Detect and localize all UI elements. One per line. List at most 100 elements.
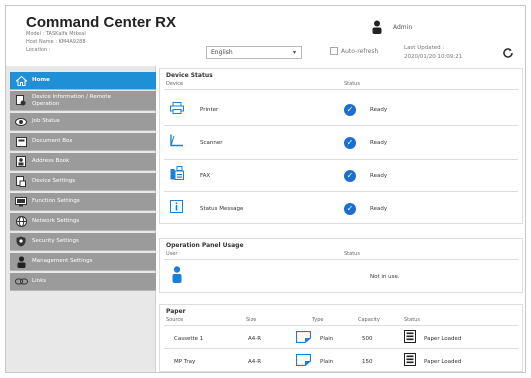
col-capacity: Capacity bbox=[358, 317, 380, 323]
paper-status: Paper Loaded bbox=[424, 359, 462, 365]
paper-loaded-icon bbox=[404, 353, 416, 366]
col-status: Status bbox=[344, 251, 360, 257]
sidebar-item-address-book[interactable]: Address Book bbox=[10, 153, 156, 171]
paper-capacity: 150 bbox=[362, 359, 373, 365]
device-status: Ready bbox=[370, 173, 388, 179]
sidebar-item-device-settings[interactable]: Device Settings bbox=[10, 173, 156, 191]
divider bbox=[164, 348, 518, 349]
sidebar-item-security-settings[interactable]: Security Settings bbox=[10, 233, 156, 251]
device-name: Status Message bbox=[200, 206, 244, 212]
language-value: English bbox=[211, 49, 233, 56]
sidebar-item-home[interactable]: Home bbox=[10, 72, 156, 90]
sidebar-item-label: Document Box bbox=[32, 138, 73, 144]
last-updated: Last Updated : 2020/01/20 10:09:21 bbox=[404, 44, 462, 62]
paper-type-icon bbox=[296, 331, 311, 343]
dropdown-arrow-icon: ▾ bbox=[292, 49, 296, 56]
col-type: Type bbox=[312, 317, 324, 323]
check-icon: ✓ bbox=[344, 137, 356, 149]
divider bbox=[164, 125, 518, 126]
paper-type: Plain bbox=[320, 359, 334, 365]
sidebar-item-links[interactable]: Links bbox=[10, 273, 156, 291]
scanner-icon bbox=[170, 134, 183, 147]
printer-icon bbox=[170, 102, 184, 114]
panel-title: Operation Panel Usage bbox=[166, 242, 244, 249]
function-settings-icon bbox=[10, 196, 32, 207]
sidebar-item-label: Device Information / Remote Operation bbox=[32, 93, 111, 107]
refresh-button[interactable] bbox=[502, 47, 514, 62]
panel-title: Device Status bbox=[166, 72, 213, 79]
operation-panel-usage: Operation Panel Usage User Status Not in… bbox=[159, 238, 523, 293]
link-icon bbox=[10, 278, 32, 285]
col-status: Status bbox=[344, 81, 360, 87]
last-updated-label: Last Updated : bbox=[404, 45, 445, 51]
app-window: Command Center RX Model : TASKalfa Mtkea… bbox=[5, 5, 526, 373]
device-status-panel: Device Status Device Status Printer ✓ Re… bbox=[159, 68, 523, 224]
check-icon: ✓ bbox=[344, 104, 356, 116]
host-name-label: Host Name : KM4A9288 bbox=[26, 39, 86, 45]
device-settings-icon bbox=[10, 176, 32, 187]
divider bbox=[164, 259, 518, 260]
check-icon: ✓ bbox=[344, 170, 356, 182]
app-title: Command Center RX bbox=[26, 14, 177, 31]
sidebar-item-label: Address Book bbox=[32, 158, 70, 164]
col-device: Device bbox=[166, 81, 184, 87]
sidebar-item-network-settings[interactable]: Network Settings bbox=[10, 213, 156, 231]
panel-usage-status: Not in use. bbox=[370, 274, 400, 280]
sidebar-item-label: Links bbox=[32, 278, 47, 284]
sidebar-item-label: Management Settings bbox=[32, 258, 93, 264]
sidebar-item-document-box[interactable]: Document Box bbox=[10, 133, 156, 151]
sidebar-item-function-settings[interactable]: Function Settings bbox=[10, 193, 156, 211]
panel-title: Paper bbox=[166, 308, 186, 315]
auto-refresh-toggle[interactable]: Auto-refresh bbox=[330, 47, 378, 55]
document-box-icon bbox=[10, 136, 32, 147]
paper-status: Paper Loaded bbox=[424, 336, 462, 342]
user-menu[interactable]: Admin bbox=[372, 20, 412, 34]
sidebar-item-management-settings[interactable]: Management Settings bbox=[10, 253, 156, 271]
fax-icon bbox=[170, 166, 184, 180]
col-size: Size bbox=[246, 317, 257, 323]
sidebar-item-job-status[interactable]: Job Status bbox=[10, 113, 156, 131]
language-select[interactable]: English ▾ bbox=[206, 46, 302, 59]
device-status: Ready bbox=[370, 107, 388, 113]
paper-type: Plain bbox=[320, 336, 334, 342]
globe-icon bbox=[10, 216, 32, 227]
paper-source: MP Tray bbox=[174, 359, 196, 365]
sidebar-item-label: Job Status bbox=[32, 118, 60, 124]
eye-icon bbox=[10, 117, 32, 126]
user-icon bbox=[172, 266, 182, 283]
sidebar-item-label: Function Settings bbox=[32, 198, 80, 204]
location-label: Location : bbox=[26, 47, 51, 53]
divider bbox=[164, 325, 518, 326]
home-icon bbox=[10, 75, 32, 86]
paper-panel: Paper Source Size Type Capacity Status C… bbox=[159, 304, 523, 372]
col-source: Source bbox=[166, 317, 184, 323]
sidebar: Home Device Information / Remote Operati… bbox=[6, 66, 156, 372]
user-name: Admin bbox=[393, 23, 413, 31]
info-icon bbox=[170, 200, 183, 213]
paper-capacity: 500 bbox=[362, 336, 373, 342]
auto-refresh-label: Auto-refresh bbox=[341, 47, 379, 55]
paper-type-icon bbox=[296, 354, 311, 366]
model-label: Model : TASKalfa Mtkeal bbox=[26, 31, 86, 37]
paper-size: A4-R bbox=[248, 336, 262, 342]
check-icon: ✓ bbox=[344, 203, 356, 215]
device-info-icon bbox=[10, 95, 32, 106]
paper-source: Cassette 1 bbox=[174, 336, 204, 342]
user-icon bbox=[372, 20, 382, 34]
address-book-icon bbox=[10, 156, 32, 167]
paper-loaded-icon bbox=[404, 330, 416, 343]
divider bbox=[164, 89, 518, 90]
auto-refresh-checkbox[interactable] bbox=[330, 47, 338, 55]
device-name: Scanner bbox=[200, 140, 223, 146]
col-status: Status bbox=[404, 317, 420, 323]
refresh-icon bbox=[503, 48, 513, 58]
device-name: FAX bbox=[200, 173, 211, 179]
device-name: Printer bbox=[200, 107, 219, 113]
shield-icon bbox=[10, 236, 32, 247]
sidebar-item-label: Device Settings bbox=[32, 178, 76, 184]
paper-size: A4-R bbox=[248, 359, 262, 365]
last-updated-value: 2020/01/20 10:09:21 bbox=[404, 54, 463, 60]
sidebar-item-device-information[interactable]: Device Information / Remote Operation bbox=[10, 91, 156, 111]
sidebar-item-label: Home bbox=[32, 77, 50, 83]
divider bbox=[164, 159, 518, 160]
